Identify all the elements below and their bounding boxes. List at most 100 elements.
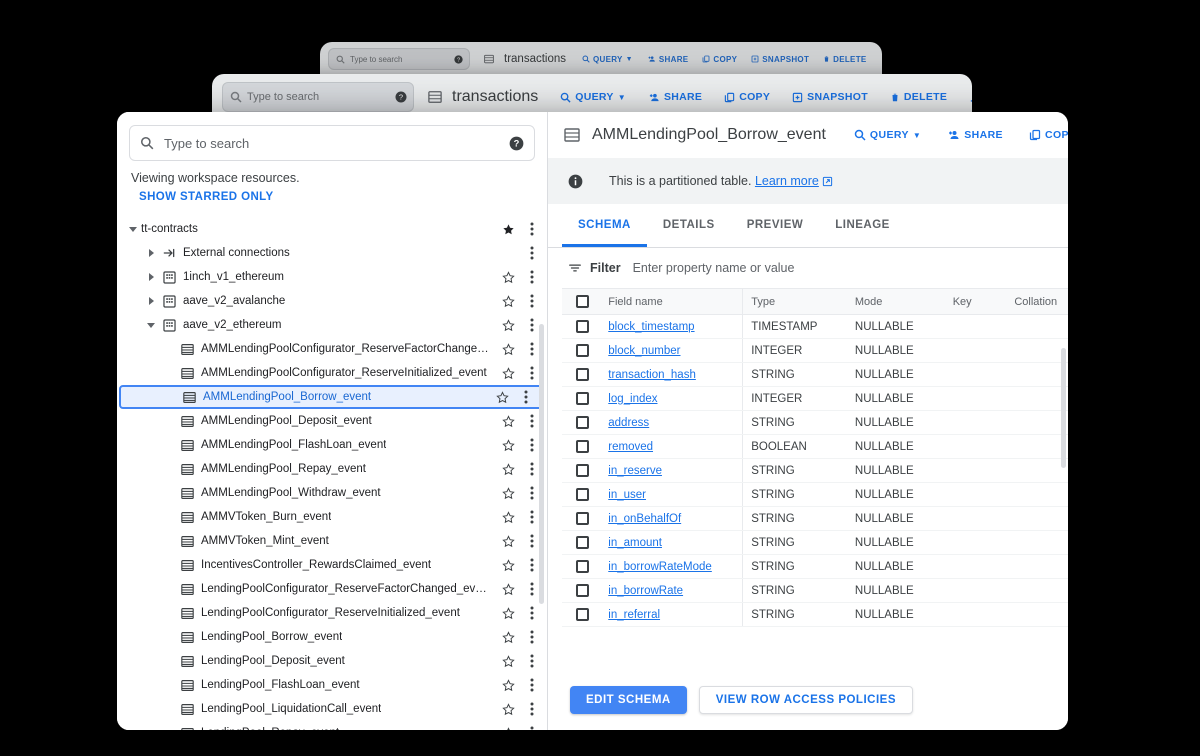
star-outline-icon[interactable]	[501, 414, 515, 428]
row-checkbox[interactable]	[576, 584, 589, 597]
copy-button[interactable]: COPY	[724, 91, 770, 103]
copy-button[interactable]: COPY	[1029, 129, 1068, 141]
tree-item-selected[interactable]: AMMLendingPool_Borrow_event	[119, 385, 543, 409]
field-name-link[interactable]: in_borrowRateMode	[608, 561, 712, 573]
star-outline-icon[interactable]	[501, 702, 515, 716]
more-options-icon[interactable]	[525, 534, 539, 548]
field-name-link[interactable]: in_user	[608, 489, 646, 501]
more-options-icon[interactable]	[525, 582, 539, 596]
help-icon[interactable]: ?	[509, 136, 524, 151]
tree-item[interactable]: LendingPool_LiquidationCall_event	[117, 697, 547, 721]
show-starred-only-button[interactable]: SHOW STARRED ONLY	[117, 185, 547, 203]
tree-item[interactable]: AMMLendingPoolConfigurator_ReserveInitia…	[117, 361, 547, 385]
table-row[interactable]: block_timestamp TIMESTAMP NULLABLE	[562, 314, 1068, 339]
tab-lineage[interactable]: LINEAGE	[819, 203, 906, 247]
detail-scrollbar[interactable]	[1061, 348, 1066, 468]
tree-item[interactable]: External connections	[117, 241, 547, 265]
table-row[interactable]: in_reserve STRING NULLABLE	[562, 458, 1068, 483]
tree-item[interactable]: LendingPoolConfigurator_ReserveFactorCha…	[117, 577, 547, 601]
star-outline-icon[interactable]	[501, 534, 515, 548]
chevron-right-icon[interactable]	[143, 297, 159, 305]
filter-bar[interactable]: Filter Enter property name or value	[548, 248, 1068, 288]
row-checkbox[interactable]	[576, 536, 589, 549]
more-options-icon[interactable]	[525, 222, 539, 236]
row-checkbox[interactable]	[576, 344, 589, 357]
share-button[interactable]: SHARE	[647, 55, 689, 64]
tree-item[interactable]: AMMVToken_Mint_event	[117, 529, 547, 553]
more-options-icon[interactable]	[525, 246, 539, 260]
table-row[interactable]: in_borrowRate STRING NULLABLE	[562, 578, 1068, 603]
star-outline-icon[interactable]	[501, 294, 515, 308]
chevron-right-icon[interactable]	[143, 249, 159, 257]
star-outline-icon[interactable]	[501, 438, 515, 452]
field-name-link[interactable]: in_referral	[608, 609, 660, 621]
tree-item[interactable]: LendingPool_Deposit_event	[117, 649, 547, 673]
tree-item[interactable]: 1inch_v1_ethereum	[117, 265, 547, 289]
row-checkbox[interactable]	[576, 320, 589, 333]
more-options-icon[interactable]	[525, 438, 539, 452]
tree-item[interactable]: LendingPool_Repay_event	[117, 721, 547, 730]
star-outline-icon[interactable]	[501, 678, 515, 692]
field-name-link[interactable]: log_index	[608, 393, 657, 405]
more-options-icon[interactable]	[525, 558, 539, 572]
star-outline-icon[interactable]	[501, 270, 515, 284]
star-outline-icon[interactable]	[501, 558, 515, 572]
row-checkbox[interactable]	[576, 512, 589, 525]
more-options-icon[interactable]	[525, 510, 539, 524]
search-input[interactable]: Type to search ?	[129, 125, 535, 161]
row-checkbox[interactable]	[576, 560, 589, 573]
export-button[interactable]: EXPORT ▼	[969, 91, 972, 103]
more-options-icon[interactable]	[525, 654, 539, 668]
field-name-link[interactable]: transaction_hash	[608, 369, 696, 381]
tree-item[interactable]: tt-contracts	[117, 217, 547, 241]
more-options-icon[interactable]	[525, 318, 539, 332]
chevron-down-icon[interactable]	[143, 322, 159, 328]
more-options-icon[interactable]	[525, 342, 539, 356]
star-outline-icon[interactable]	[501, 510, 515, 524]
tab-details[interactable]: DETAILS	[647, 203, 731, 247]
tree-item[interactable]: AMMLendingPool_FlashLoan_event	[117, 433, 547, 457]
field-name-link[interactable]: block_number	[608, 345, 680, 357]
tree-item[interactable]: IncentivesController_RewardsClaimed_even…	[117, 553, 547, 577]
tree-item[interactable]: aave_v2_avalanche	[117, 289, 547, 313]
more-options-icon[interactable]	[525, 294, 539, 308]
star-filled-icon[interactable]	[501, 223, 515, 236]
copy-button[interactable]: COPY	[702, 55, 737, 64]
learn-more-link[interactable]: Learn more	[755, 174, 819, 188]
table-row[interactable]: in_amount STRING NULLABLE	[562, 530, 1068, 555]
tree-item[interactable]: aave_v2_ethereum	[117, 313, 547, 337]
row-checkbox[interactable]	[576, 368, 589, 381]
table-row[interactable]: in_borrowRateMode STRING NULLABLE	[562, 554, 1068, 579]
table-row[interactable]: log_index INTEGER NULLABLE	[562, 386, 1068, 411]
field-name-link[interactable]: in_reserve	[608, 465, 662, 477]
chevron-down-icon[interactable]	[125, 226, 141, 232]
query-button[interactable]: QUERY ▼	[854, 129, 921, 141]
more-options-icon[interactable]	[525, 366, 539, 380]
background-search-input-1[interactable]: Type to search ?	[328, 48, 470, 70]
tab-preview[interactable]: PREVIEW	[731, 203, 820, 247]
share-button[interactable]: SHARE	[648, 91, 702, 103]
row-checkbox[interactable]	[576, 392, 589, 405]
table-row[interactable]: removed BOOLEAN NULLABLE	[562, 434, 1068, 459]
background-search-input-2[interactable]: Type to search ?	[222, 82, 414, 112]
row-checkbox[interactable]	[576, 608, 589, 621]
table-row[interactable]: transaction_hash STRING NULLABLE	[562, 362, 1068, 387]
field-name-link[interactable]: block_timestamp	[608, 321, 694, 333]
help-icon[interactable]: ?	[395, 91, 407, 103]
more-options-icon[interactable]	[525, 630, 539, 644]
more-options-icon[interactable]	[525, 414, 539, 428]
table-row[interactable]: address STRING NULLABLE	[562, 410, 1068, 435]
row-checkbox[interactable]	[576, 488, 589, 501]
star-outline-icon[interactable]	[495, 390, 509, 404]
share-button[interactable]: SHARE	[947, 129, 1003, 141]
field-name-link[interactable]: in_borrowRate	[608, 585, 683, 597]
field-name-link[interactable]: address	[608, 417, 649, 429]
field-name-link[interactable]: in_amount	[608, 537, 662, 549]
help-icon[interactable]: ?	[454, 54, 463, 64]
more-options-icon[interactable]	[519, 390, 533, 404]
star-outline-icon[interactable]	[501, 366, 515, 380]
row-checkbox[interactable]	[576, 416, 589, 429]
view-row-access-policies-button[interactable]: VIEW ROW ACCESS POLICIES	[698, 686, 913, 714]
delete-button[interactable]: DELETE	[823, 55, 866, 64]
star-outline-icon[interactable]	[501, 342, 515, 356]
